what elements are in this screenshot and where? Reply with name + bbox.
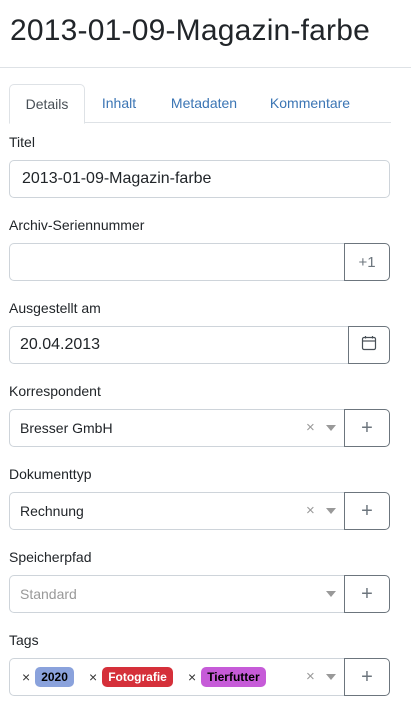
tab-details[interactable]: Details: [9, 84, 85, 124]
plus-icon: +: [361, 500, 373, 522]
tag-badge: Fotografie: [102, 667, 173, 687]
storage-path-label: Speicherpfad: [9, 549, 92, 565]
tag-item-2020: × 2020: [22, 667, 74, 687]
page-title: 2013-01-09-Magazin-farbe: [10, 14, 371, 47]
document-type-value: Rechnung: [20, 503, 84, 519]
storage-path-placeholder: Standard: [20, 586, 77, 602]
document-type-select[interactable]: Rechnung ×: [9, 492, 344, 530]
tab-bar: Details Inhalt Metadaten Kommentare: [9, 84, 391, 124]
storage-path-select[interactable]: Standard: [9, 575, 344, 613]
created-date-value: 20.04.2013: [20, 336, 101, 353]
correspondent-select[interactable]: Bresser GmbH ×: [9, 409, 344, 447]
remove-tag-icon[interactable]: ×: [188, 669, 196, 685]
add-tag-button[interactable]: +: [344, 658, 390, 696]
tag-badge: Tierfutter: [201, 667, 266, 687]
remove-tag-icon[interactable]: ×: [89, 669, 97, 685]
remove-tag-icon[interactable]: ×: [22, 669, 30, 685]
add-correspondent-button[interactable]: +: [344, 409, 390, 447]
asn-increment-button[interactable]: +1: [344, 243, 390, 281]
asn-input[interactable]: [9, 243, 344, 281]
correspondent-label: Korrespondent: [9, 383, 101, 399]
datepicker-button[interactable]: [348, 326, 390, 364]
title-label: Titel: [9, 134, 35, 150]
correspondent-clear-icon[interactable]: ×: [306, 410, 315, 446]
title-input-value: 2013-01-09-Magazin-farbe: [22, 170, 212, 187]
tags-select[interactable]: × 2020 × Fotografie × Tierfutter ×: [9, 658, 344, 696]
created-date-input[interactable]: 20.04.2013: [9, 326, 348, 364]
tags-label: Tags: [9, 632, 39, 648]
correspondent-value: Bresser GmbH: [20, 420, 113, 436]
tab-metadaten[interactable]: Metadaten: [161, 84, 247, 123]
correspondent-dropdown-arrow-icon[interactable]: [326, 425, 336, 431]
plus-icon: +: [361, 583, 373, 605]
tag-item-tierfutter: × Tierfutter: [188, 667, 266, 687]
tags-dropdown-arrow-icon[interactable]: [326, 674, 336, 680]
document-type-dropdown-arrow-icon[interactable]: [326, 508, 336, 514]
tab-inhalt[interactable]: Inhalt: [91, 84, 147, 123]
calendar-icon: [361, 335, 377, 356]
asn-label: Archiv-Seriennummer: [9, 217, 145, 233]
tag-item-fotografie: × Fotografie: [89, 667, 173, 687]
plus-icon: +: [361, 666, 373, 688]
tag-badge: 2020: [35, 667, 74, 687]
add-storage-path-button[interactable]: +: [344, 575, 390, 613]
title-input[interactable]: 2013-01-09-Magazin-farbe: [9, 160, 390, 198]
storage-path-dropdown-arrow-icon[interactable]: [326, 591, 336, 597]
document-type-label: Dokumenttyp: [9, 466, 92, 482]
tab-kommentare[interactable]: Kommentare: [262, 84, 358, 123]
plus-icon: +: [361, 417, 373, 439]
title-divider: [0, 67, 411, 68]
add-document-type-button[interactable]: +: [344, 492, 390, 530]
document-type-clear-icon[interactable]: ×: [306, 493, 315, 529]
tags-clear-icon[interactable]: ×: [306, 659, 315, 695]
created-date-label: Ausgestellt am: [9, 300, 101, 316]
